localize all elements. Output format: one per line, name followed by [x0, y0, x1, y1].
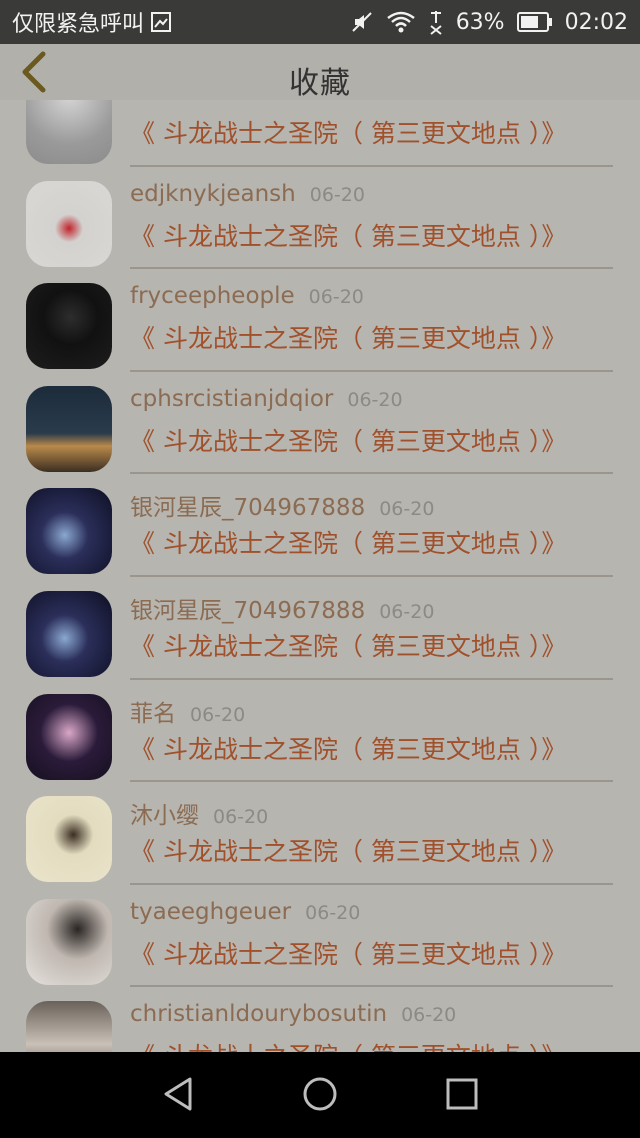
date: 06-20	[309, 183, 365, 206]
item-meta: 菲名 06-20	[130, 694, 245, 728]
navigation-bar	[0, 1052, 640, 1138]
clock: 02:02	[564, 9, 628, 35]
signal-off-icon	[428, 9, 444, 35]
sim-icon	[150, 11, 172, 33]
username[interactable]: fryceepheople	[130, 283, 295, 309]
list-item[interactable]: christianldourybosutin 06-20 《 斗龙战士之圣院（ 第三…	[0, 987, 640, 1052]
avatar[interactable]	[26, 590, 112, 677]
list-item[interactable]: 银河星辰_704967888 06-20 《 斗龙战士之圣院（ 第三更文地点 ）》	[0, 474, 640, 577]
username[interactable]: 菲名	[130, 701, 176, 727]
avatar[interactable]	[26, 180, 112, 267]
item-title[interactable]: 《 斗龙战士之圣院（ 第三更文地点 ）》	[130, 1037, 566, 1052]
mute-icon	[350, 10, 374, 34]
username[interactable]: edjknykjeansh	[130, 181, 296, 207]
nav-home-button[interactable]	[298, 1074, 342, 1118]
date: 06-20	[401, 1004, 457, 1027]
date: 06-20	[379, 498, 435, 521]
app-header: 收藏	[0, 44, 640, 101]
avatar[interactable]	[26, 898, 112, 985]
triangle-back-icon	[162, 1077, 194, 1115]
status-bar: 仅限紧急呼叫 63% 02:02	[0, 0, 640, 44]
woman-portrait-image	[26, 898, 112, 985]
wifi-icon	[386, 10, 416, 34]
item-meta: edjknykjeansh 06-20	[130, 181, 365, 207]
avatar[interactable]	[26, 488, 112, 575]
list-item[interactable]: 银河星辰_704967888 06-20 《 斗龙战士之圣院（ 第三更文地点 ）》	[0, 577, 640, 680]
galaxy-image	[26, 488, 112, 575]
anime-floral-image	[26, 796, 112, 883]
avatar[interactable]	[26, 796, 112, 883]
list-item[interactable]: tyaeeghgeuer 06-20 《 斗龙战士之圣院（ 第三更文地点 ）》	[0, 885, 640, 988]
item-title[interactable]: 《 斗龙战士之圣院（ 第三更文地点 ）》	[130, 832, 566, 868]
item-meta: 银河星辰_704967888 06-20	[130, 591, 434, 625]
bag-image	[26, 100, 112, 164]
item-meta: 沐小缨 06-20	[130, 796, 268, 830]
item-title[interactable]: 《 斗龙战士之圣院（ 第三更文地点 ）》	[130, 422, 566, 458]
date: 06-20	[379, 600, 435, 623]
night-city-image	[26, 385, 112, 472]
date: 06-20	[308, 286, 364, 309]
list-item[interactable]: 菲名 06-20 《 斗龙战士之圣院（ 第三更文地点 ）》	[0, 680, 640, 783]
red-dress-girl-image	[26, 180, 112, 267]
square-recents-icon	[446, 1078, 478, 1114]
list-item[interactable]: edjknykjeansh 06-20 《 斗龙战士之圣院（ 第三更文地点 ）》	[0, 167, 640, 270]
list-item[interactable]: fryceepheople 06-20 《 斗龙战士之圣院（ 第三更文地点 ）》	[0, 269, 640, 372]
username[interactable]: 银河星辰_704967888	[130, 495, 365, 521]
item-title[interactable]: 《 斗龙战士之圣院（ 第三更文地点 ）》	[130, 627, 566, 663]
avatar[interactable]	[26, 385, 112, 472]
anime-girl-image	[26, 693, 112, 780]
battery-icon	[516, 11, 553, 33]
galaxy-image	[26, 590, 112, 677]
item-title[interactable]: 《 斗龙战士之圣院（ 第三更文地点 ）》	[130, 935, 566, 971]
date: 06-20	[190, 703, 246, 726]
item-meta: 银河星辰_704967888 06-20	[130, 488, 434, 522]
battery-percent: 63%	[455, 9, 505, 35]
date: 06-20	[347, 388, 403, 411]
avatar[interactable]	[26, 100, 112, 164]
item-title[interactable]: 《 斗龙战士之圣院（ 第三更文地点 ）》	[130, 114, 566, 150]
item-title[interactable]: 《 斗龙战士之圣院（ 第三更文地点 ）》	[130, 524, 566, 560]
boy-portrait-image	[26, 283, 112, 370]
circle-home-icon	[302, 1076, 338, 1116]
item-meta: tyaeeghgeuer 06-20	[130, 899, 360, 925]
nav-recents-button[interactable]	[440, 1074, 484, 1118]
username[interactable]: cphsrcistianjdqior	[130, 386, 333, 412]
carrier-text: 仅限紧急呼叫	[12, 12, 145, 37]
username[interactable]: tyaeeghgeuer	[130, 899, 291, 925]
item-title[interactable]: 《 斗龙战士之圣院（ 第三更文地点 ）》	[130, 319, 566, 355]
list-item[interactable]: 《 斗龙战士之圣院（ 第三更文地点 ）》	[0, 100, 640, 167]
page-title: 收藏	[289, 66, 351, 101]
avatar[interactable]	[26, 1001, 112, 1052]
sleeping-figure-image	[26, 1001, 112, 1052]
list-item[interactable]: cphsrcistianjdqior 06-20 《 斗龙战士之圣院（ 第三更文地点…	[0, 372, 640, 475]
username[interactable]: 沐小缨	[130, 803, 199, 829]
item-meta: fryceepheople 06-20	[130, 283, 364, 309]
date: 06-20	[305, 901, 361, 924]
username[interactable]: 银河星辰_704967888	[130, 598, 365, 624]
item-title[interactable]: 《 斗龙战士之圣院（ 第三更文地点 ）》	[130, 217, 566, 253]
list-item[interactable]: 沐小缨 06-20 《 斗龙战士之圣院（ 第三更文地点 ）》	[0, 782, 640, 885]
item-meta: cphsrcistianjdqior 06-20	[130, 386, 403, 412]
avatar[interactable]	[26, 283, 112, 370]
date: 06-20	[213, 806, 269, 829]
item-title[interactable]: 《 斗龙战士之圣院（ 第三更文地点 ）》	[130, 730, 566, 766]
username[interactable]: christianldourybosutin	[130, 1001, 387, 1027]
nav-back-button[interactable]	[156, 1074, 200, 1118]
avatar[interactable]	[26, 693, 112, 780]
item-meta: christianldourybosutin 06-20	[130, 1001, 456, 1027]
favorites-list[interactable]: 《 斗龙战士之圣院（ 第三更文地点 ）》 edjknykjeansh 06-20 《 …	[0, 100, 640, 1052]
